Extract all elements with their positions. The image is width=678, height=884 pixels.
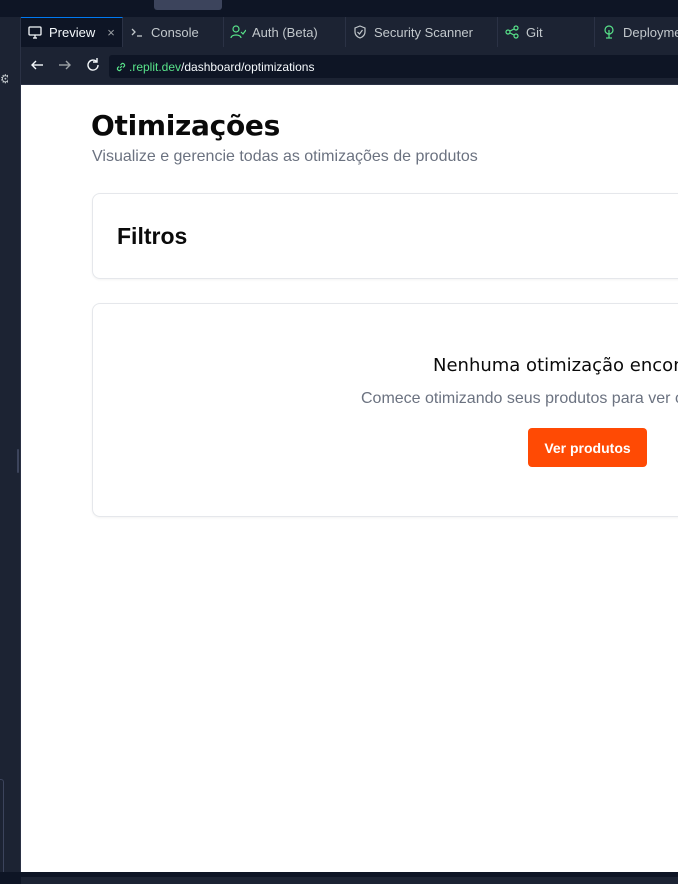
empty-state-title: Nenhuma otimização encontrada xyxy=(433,355,678,376)
view-products-button[interactable]: Ver produtos xyxy=(528,428,647,467)
tooltip-fragment xyxy=(154,0,222,10)
tab-console[interactable]: Console xyxy=(123,17,224,47)
tab-preview[interactable]: Preview × xyxy=(21,17,123,47)
filters-title: Filtros xyxy=(117,223,188,249)
back-button[interactable] xyxy=(28,56,46,74)
tab-label: Auth (Beta) xyxy=(252,24,318,40)
arrow-right-icon xyxy=(59,60,71,70)
filters-card: Filtros xyxy=(92,193,678,279)
preview-viewport: Otimizações Visualize e gerencie todas a… xyxy=(21,85,678,872)
user-check-icon xyxy=(230,24,246,40)
shield-icon xyxy=(352,24,368,40)
git-branch-icon xyxy=(504,24,520,40)
terminal-icon xyxy=(129,24,145,40)
url-path: /dashboard/optimizations xyxy=(181,59,315,74)
tab-git[interactable]: Git xyxy=(498,17,595,47)
tab-label: Preview xyxy=(49,25,96,40)
tab-label: Git xyxy=(526,24,543,40)
forward-button[interactable] xyxy=(56,56,74,74)
url-input[interactable]: .replit.dev/dashboard/optimizations xyxy=(109,55,678,78)
gear-icon[interactable]: ⚙ xyxy=(0,72,8,86)
url-host: .replit.dev xyxy=(129,59,182,74)
tab-label: Console xyxy=(151,24,199,40)
page-subtitle: Visualize e gerencie todas as otimizaçõe… xyxy=(92,148,478,165)
gutter-panel-edge xyxy=(0,779,4,875)
tab-security-scanner[interactable]: Security Scanner xyxy=(346,17,498,47)
status-bar xyxy=(21,877,678,884)
page-title: Otimizações xyxy=(91,109,280,142)
reload-icon xyxy=(87,58,99,71)
left-gutter: ⚙ xyxy=(0,17,21,875)
tab-label: Security Scanner xyxy=(374,24,473,40)
empty-state-card: Nenhuma otimização encontrada Comece oti… xyxy=(92,303,678,517)
bottom-strip xyxy=(0,872,678,884)
tab-deployments[interactable]: Deployments xyxy=(595,17,678,47)
tab-auth[interactable]: Auth (Beta) xyxy=(224,17,346,47)
link-icon xyxy=(116,62,126,71)
reload-button[interactable] xyxy=(84,56,102,74)
top-strip xyxy=(0,0,678,17)
arrow-left-icon xyxy=(31,60,43,70)
deploy-icon xyxy=(601,24,617,40)
tab-label: Deployments xyxy=(623,24,678,40)
tab-bar: Preview × Console Auth (Beta) Security S… xyxy=(21,17,678,47)
url-bar: .replit.dev/dashboard/optimizations xyxy=(21,47,678,85)
empty-state-description: Comece otimizando seus produtos para ver… xyxy=(361,390,678,407)
resize-handle[interactable] xyxy=(17,449,19,473)
close-icon[interactable]: × xyxy=(107,25,115,40)
monitor-icon xyxy=(27,25,43,41)
